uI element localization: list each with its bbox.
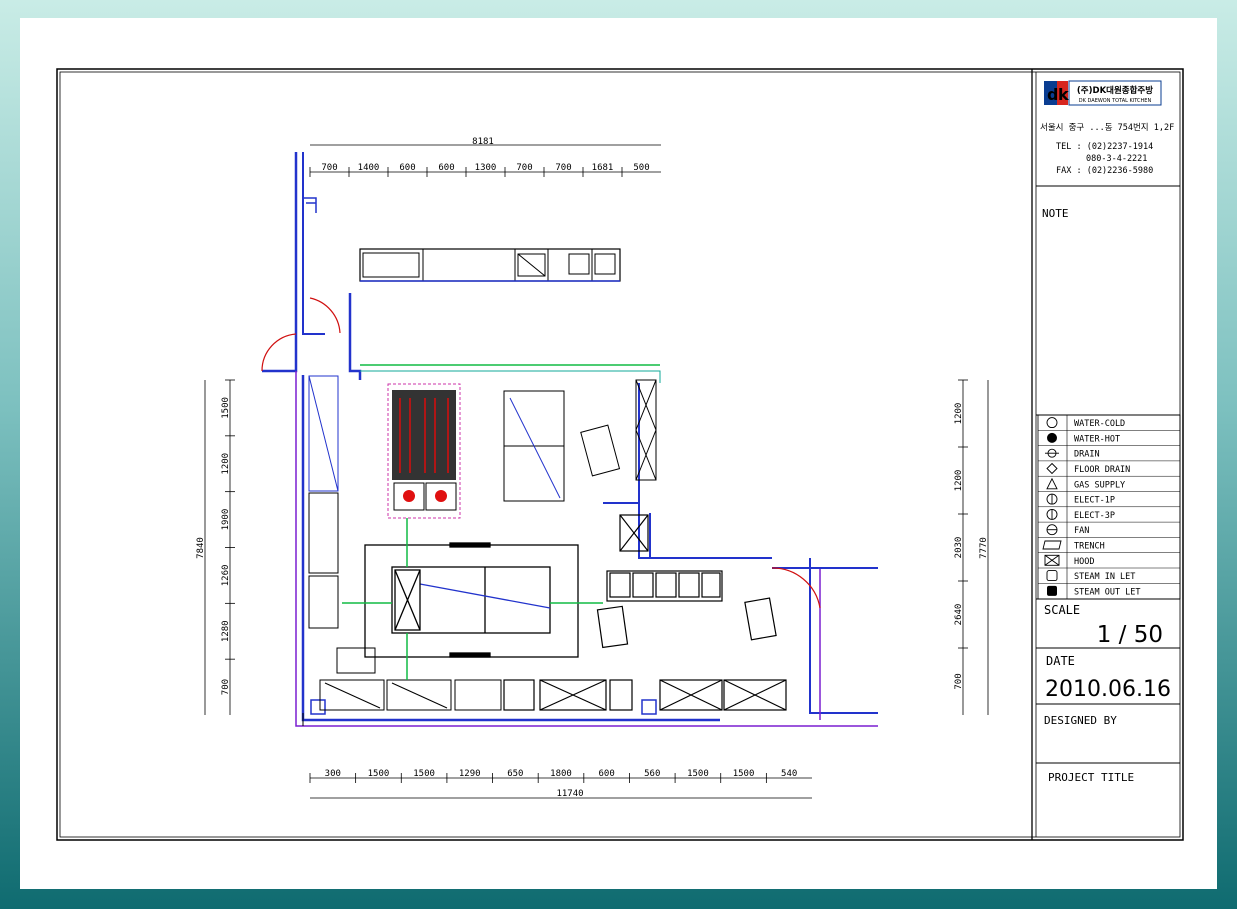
dimension-value: 1900: [221, 509, 231, 531]
kitchen-floor-plan: d k (주)DK대원종합주방 DK DAEWON TOTAL KITCHEN …: [56, 68, 1184, 841]
legend-label: WATER-HOT: [1074, 434, 1120, 444]
dimension-value: 300: [325, 769, 341, 779]
elect-3p-symbol: [1046, 508, 1058, 520]
dimension-value: 700: [221, 679, 231, 695]
dimension-value: 600: [599, 769, 615, 779]
logo-text: (주)DK대원종합주방: [1077, 85, 1153, 96]
dimension-value: 1280: [221, 620, 231, 642]
cooking-island: [342, 518, 603, 680]
fan-symbol: [1046, 524, 1058, 536]
elect-1p-symbol: [1046, 493, 1058, 505]
dimension-value: 1681: [592, 163, 614, 173]
dimension-value: 700: [954, 673, 964, 689]
company-fax: FAX : (02)2236-5980: [1056, 166, 1153, 176]
dimension-value: 1200: [954, 470, 964, 492]
legend-label: TRENCH: [1074, 542, 1105, 552]
back-counter: [359, 248, 621, 282]
dimension-value: 1290: [459, 769, 481, 779]
scale-label: SCALE: [1044, 603, 1080, 617]
dimension-value: 700: [321, 163, 337, 173]
project-title-label: PROJECT TITLE: [1048, 771, 1134, 784]
dimension-value: 1500: [368, 769, 390, 779]
legend-label: ELECT-1P: [1074, 496, 1115, 506]
drawing-sheet: d k (주)DK대원종합주방 DK DAEWON TOTAL KITCHEN …: [20, 18, 1217, 889]
designed-by-label: DESIGNED BY: [1044, 714, 1117, 727]
trench-symbol: [1042, 540, 1062, 550]
dimension-value: 540: [781, 769, 797, 779]
dimension-value: 1800: [550, 769, 572, 779]
left-total-dimension: 7840: [196, 537, 206, 559]
top-total-dimension: 8181: [472, 137, 494, 147]
drain-symbol: [1045, 448, 1059, 458]
svg-text:k: k: [1058, 85, 1069, 104]
logo-subtext: DK DAEWON TOTAL KITCHEN: [1079, 98, 1152, 104]
gas-supply-symbol: [1046, 477, 1058, 490]
water-hot-symbol: [1047, 432, 1057, 443]
dimension-value: 2640: [954, 604, 964, 626]
dimension-value: 700: [516, 163, 532, 173]
legend-label: GAS SUPPLY: [1074, 480, 1125, 490]
legend-label: DRAIN: [1074, 450, 1100, 460]
floor-drain-symbol: [1046, 462, 1058, 475]
dimension-value: 2030: [954, 537, 964, 559]
dimension-value: 560: [644, 769, 660, 779]
dimension-value: 1500: [687, 769, 709, 779]
svg-text:d: d: [1047, 85, 1058, 104]
dimension-value: 500: [633, 163, 649, 173]
company-address: 서울시 중구 ...동 754번지 1,2F: [1040, 123, 1174, 133]
scale-value: 1 / 50: [1097, 622, 1163, 648]
dimension-value: 650: [507, 769, 523, 779]
legend-label: HOOD: [1074, 557, 1094, 567]
right-equipment: [503, 514, 787, 711]
company-mobile: 080-3-4-2221: [1086, 154, 1147, 164]
dimension-value: 1400: [358, 163, 380, 173]
legend-label: STEAM IN LET: [1074, 572, 1135, 582]
dimension-value: 1300: [475, 163, 497, 173]
dimension-value: 1500: [733, 769, 755, 779]
doors: [261, 297, 821, 609]
dimension-value: 700: [555, 163, 571, 173]
water-cold-symbol: [1046, 417, 1058, 429]
cooking-range: [387, 383, 461, 519]
right-total-dimension: 7770: [979, 537, 989, 559]
walls: [262, 152, 878, 727]
steam-inlet-symbol: [1046, 570, 1058, 582]
date-value: 2010.06.16: [1045, 677, 1171, 702]
dimension-value: 1200: [221, 453, 231, 475]
dimension-value: 1500: [221, 397, 231, 419]
dimension-value: 1500: [413, 769, 435, 779]
legend: WATER-COLD WATER-HOT DRAIN FLOOR DRAIN GAS S…: [1037, 414, 1181, 600]
company-tel: TEL : (02)2237-1914: [1056, 142, 1153, 152]
dimension-value: 1260: [221, 565, 231, 587]
legend-label: ELECT-3P: [1074, 511, 1115, 521]
dimension-value: 600: [438, 163, 454, 173]
bottom-total-dimension: 11740: [556, 789, 583, 799]
dimension-value: 1200: [954, 403, 964, 425]
company-logo: d k (주)DK대원종합주방 DK DAEWON TOTAL KITCHEN: [1044, 80, 1162, 106]
date-label: DATE: [1046, 654, 1075, 668]
legend-label: FAN: [1074, 526, 1089, 536]
steam-outlet-symbol: [1047, 585, 1057, 596]
legend-label: FLOOR DRAIN: [1074, 465, 1130, 475]
legend-label: WATER-COLD: [1074, 419, 1125, 429]
dimension-value: 600: [399, 163, 415, 173]
work-tables: [503, 379, 657, 502]
legend-label: STEAM OUT LET: [1074, 587, 1141, 597]
note-label: NOTE: [1042, 207, 1069, 220]
hood-symbol: [1044, 554, 1060, 566]
